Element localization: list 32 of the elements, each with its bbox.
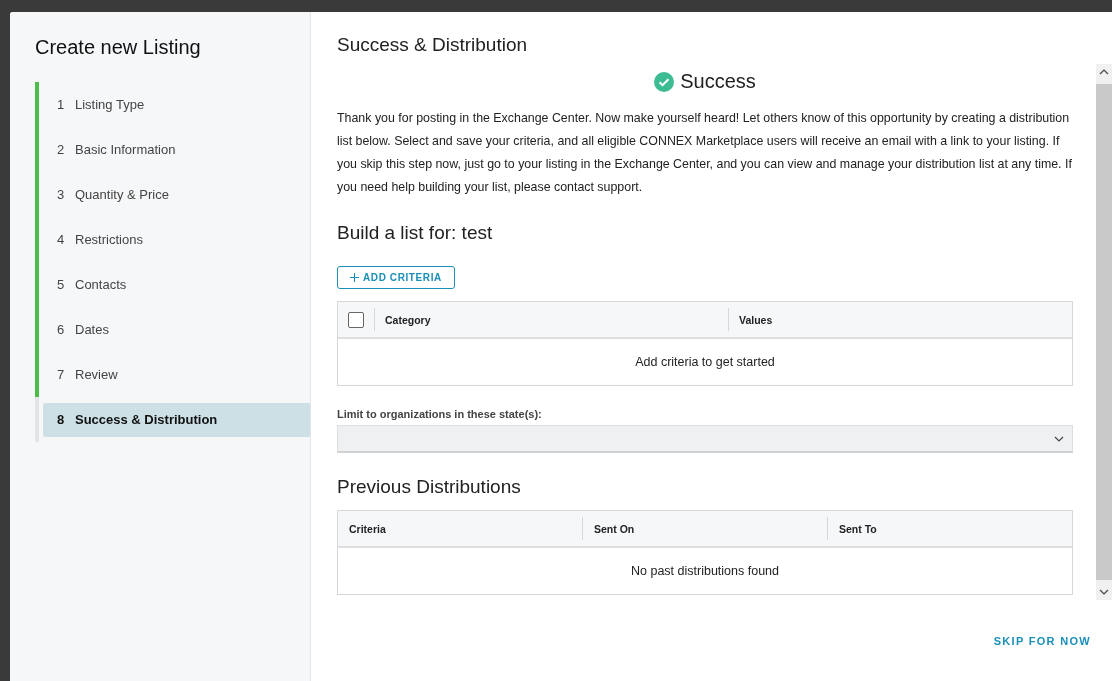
step-item[interactable]: 1 Listing Type — [43, 82, 310, 127]
column-header: Category — [385, 313, 431, 326]
column-header: Criteria — [349, 522, 386, 535]
scrollbar[interactable] — [1096, 64, 1112, 600]
section-heading: Previous Distributions — [337, 476, 522, 498]
scroll-down-icon[interactable] — [1099, 589, 1109, 595]
empty-message: No past distributions found — [631, 564, 779, 578]
step-item[interactable]: 6 Dates — [43, 307, 310, 352]
step-item[interactable]: 3 Quantity & Price — [43, 172, 310, 217]
chevron-down-icon — [1054, 436, 1064, 442]
intro-paragraph: Thank you for posting in the Exchange Center. Now make yourself heard! Let others know of this opportunity by creating a distribution list below. Select and save your criteria, and all eligible CONNEX Marketplace users will receive an email with a link to your listing. If you skip this step now, just go to your listing in the Exchange Center, and you can view and manage your distribution list at any time. If you need help building your list, please contact support. — [337, 110, 1073, 196]
select-all-checkbox[interactable] — [348, 311, 364, 328]
step-item[interactable]: 4 Restrictions — [43, 217, 310, 262]
step-item[interactable]: 5 Contacts — [43, 262, 310, 307]
step-item[interactable]: 2 Basic Information — [43, 127, 310, 172]
plus-icon — [350, 273, 359, 282]
add-criteria-button[interactable]: ADD CRITERIA — [337, 266, 455, 289]
step-item[interactable]: 7 Review — [43, 352, 310, 397]
column-header: Sent On — [594, 522, 635, 535]
skip-for-now-button[interactable]: SKIP FOR NOW — [993, 635, 1091, 647]
column-header: Sent To — [839, 522, 877, 535]
check-circle-icon — [654, 71, 675, 92]
scroll-up-icon[interactable] — [1099, 69, 1109, 75]
success-heading: Success — [680, 70, 756, 93]
empty-message: Add criteria to get started — [635, 355, 775, 369]
state-select-field[interactable] — [337, 425, 1073, 453]
sidebar-title: Create new Listing — [34, 35, 202, 60]
column-header: Values — [739, 313, 773, 326]
step-item[interactable]: 8 Success & Distribution — [43, 402, 310, 437]
field-label: Limit to organizations in these state(s): — [337, 408, 543, 420]
section-heading: Build a list for: test — [337, 222, 494, 244]
page-title: Success & Distribution — [336, 33, 529, 57]
